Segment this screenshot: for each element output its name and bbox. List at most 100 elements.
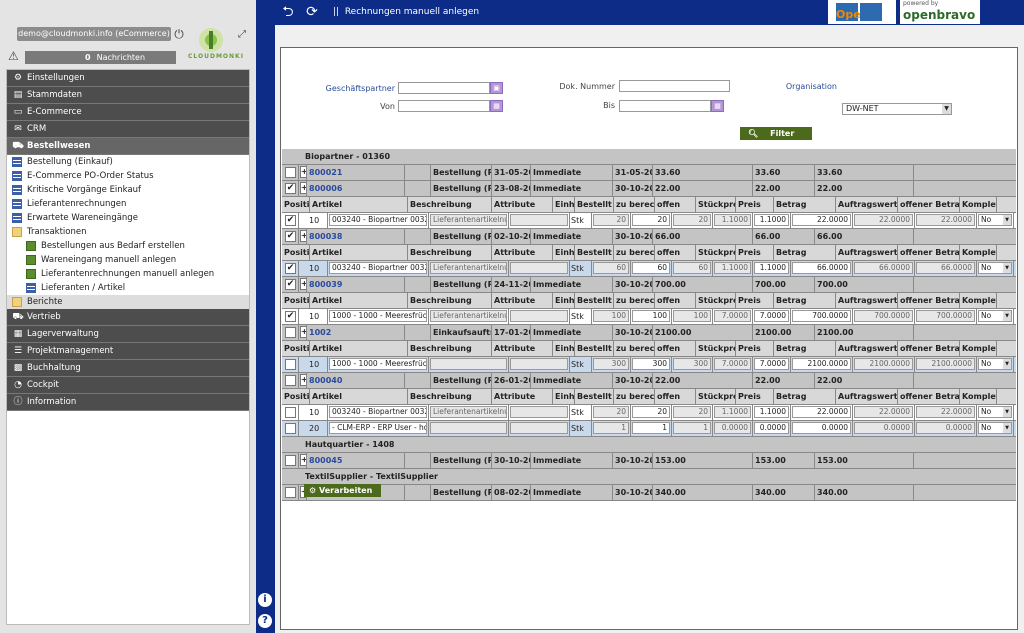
line-betrag[interactable]: 22.0000 (791, 213, 853, 228)
line-artikel[interactable]: 1000 - 1000 - Meeresfrüchte (328, 357, 429, 372)
line-preis-value[interactable]: 1.1000 (754, 214, 789, 226)
line-preis-value[interactable]: 1.1000 (754, 262, 789, 274)
verarbeiten-button[interactable]: ⚙ Verarbeiten (304, 484, 381, 497)
line-betrag[interactable]: 700.0000 (791, 309, 853, 324)
menu-section[interactable]: ⓘ Information (7, 394, 249, 411)
order-doc-value[interactable]: 800038 (309, 229, 404, 244)
expand-plus-icon[interactable]: + (300, 230, 306, 242)
checkbox[interactable]: ✔ (285, 215, 296, 226)
checkbox[interactable]: ✔ (285, 263, 296, 274)
line-preis-value[interactable]: 1.1000 (754, 406, 789, 418)
line-preis[interactable]: 0.0000 (753, 421, 791, 436)
komplett-select[interactable]: No (978, 262, 1012, 274)
order-checkbox-cell[interactable]: ✔ (282, 181, 299, 196)
order-row[interactable]: ✔ +800038 Bestellung (PO)02-10-2017Immedia… (282, 229, 1016, 245)
line-attribute[interactable] (509, 357, 570, 372)
geschaeftspartner-input[interactable] (398, 82, 490, 94)
line-zu-berechnen[interactable]: 20 (631, 405, 672, 420)
power-icon[interactable]: ⏻ (172, 27, 186, 41)
expand-cell[interactable]: + (299, 277, 307, 292)
komplett-select[interactable]: No (978, 214, 1012, 226)
komplett-select[interactable]: No (978, 310, 1012, 322)
line-checkbox-cell[interactable] (282, 421, 299, 436)
checkbox[interactable] (285, 167, 296, 178)
line-beschreibung-value[interactable] (430, 358, 507, 370)
order-line-row[interactable]: 10 003240 - Biopartner 003240 -Lieferante… (282, 405, 1016, 421)
order-doc-value[interactable]: 800039 (309, 277, 404, 292)
line-checkbox-cell[interactable]: ✔ (282, 213, 299, 228)
order-checkbox-cell[interactable]: ✔ (282, 229, 299, 244)
menu-section[interactable]: ⛟ Vertrieb (7, 309, 249, 326)
line-artikel[interactable]: 003240 - Biopartner 003240 - (328, 261, 429, 276)
order-checkbox-cell[interactable] (282, 453, 299, 468)
refresh-icon[interactable]: ⟳ (303, 3, 321, 21)
order-row[interactable]: +800040 Bestellung (PO)26-01-2018Immediat… (282, 373, 1016, 389)
line-betrag[interactable]: 22.0000 (791, 405, 853, 420)
checkbox[interactable] (285, 455, 296, 466)
line-betrag[interactable]: 2100.0000 (791, 357, 853, 372)
line-betrag-value[interactable]: 2100.0000 (792, 358, 851, 370)
menu-section[interactable]: ▭ E-Commerce (7, 104, 249, 121)
line-betrag[interactable]: 66.0000 (791, 261, 853, 276)
order-doc-value[interactable]: 800021 (309, 165, 404, 180)
order-checkbox-cell[interactable] (282, 485, 299, 500)
line-artikel[interactable]: - CLM-ERP - ERP User - hos (328, 421, 429, 436)
checkbox[interactable] (285, 359, 296, 370)
line-beschreibung[interactable]: Lieferantenartikelnumr (429, 405, 509, 420)
order-doc-value[interactable]: 800045 (309, 453, 404, 468)
bis-date-input[interactable] (619, 100, 711, 112)
line-zu-berechnen[interactable]: 60 (631, 261, 672, 276)
komplett-select[interactable]: No (978, 358, 1012, 370)
line-komplett[interactable]: No (977, 213, 1014, 228)
checkbox[interactable] (285, 407, 296, 418)
line-beschreibung-value[interactable]: Lieferantenartikelnumr (430, 406, 507, 418)
expand-cell[interactable]: + (299, 165, 307, 180)
notifications-bar[interactable]: ⚠ 0 Nachrichten (8, 50, 176, 64)
order-row[interactable]: ✔ +800039 Bestellung (PO)24-11-2017Immedia… (282, 277, 1016, 293)
order-doc-value[interactable]: 800040 (309, 373, 404, 388)
organisation-select[interactable]: DW-NET ▼ (842, 103, 952, 115)
line-artikel[interactable]: 003240 - Biopartner 003240 - (328, 405, 429, 420)
line-zu-berechnen[interactable]: 1 (631, 421, 672, 436)
order-line-row[interactable]: 101000 - 1000 - MeeresfrüchteStk30030030… (282, 357, 1016, 373)
menu-item-berichte[interactable]: Berichte (7, 295, 249, 309)
menu-section[interactable]: ▦ Lagerverwaltung (7, 326, 249, 343)
line-komplett[interactable]: No (977, 261, 1014, 276)
checkbox[interactable] (285, 375, 296, 386)
line-beschreibung[interactable]: Lieferantenartikelnumr (429, 213, 509, 228)
line-beschreibung-value[interactable]: Lieferantenartikelnumr (430, 310, 507, 322)
expand-plus-icon[interactable]: + (300, 374, 306, 386)
komplett-select[interactable]: No (978, 406, 1012, 418)
line-beschreibung-value[interactable]: Lieferantenartikelnumr (430, 262, 507, 274)
line-preis[interactable]: 7.0000 (753, 309, 791, 324)
line-artikel-value[interactable]: - CLM-ERP - ERP User - hos (329, 422, 427, 434)
line-beschreibung[interactable] (429, 357, 509, 372)
line-zu-berechnen[interactable]: 20 (631, 213, 672, 228)
line-zu-berechnen-value[interactable]: 20 (632, 406, 670, 418)
line-attribute[interactable] (509, 405, 570, 420)
order-checkbox-cell[interactable] (282, 373, 299, 388)
filter-button[interactable]: 🔍︎ Filter (740, 127, 812, 140)
order-doc[interactable]: 800039 (307, 277, 405, 292)
line-betrag[interactable]: 0.0000 (791, 421, 853, 436)
line-zu-berechnen-value[interactable]: 20 (632, 214, 670, 226)
line-artikel-value[interactable]: 1000 - 1000 - Meeresfrüchte (329, 310, 427, 322)
menu-section[interactable]: ▩ Buchhaltung (7, 360, 249, 377)
line-attribute-value[interactable] (510, 358, 568, 370)
line-preis-value[interactable]: 7.0000 (754, 310, 789, 322)
line-betrag-value[interactable]: 22.0000 (792, 406, 851, 418)
expand-cell[interactable]: + (299, 181, 307, 196)
line-attribute-value[interactable] (510, 262, 568, 274)
line-checkbox-cell[interactable] (282, 357, 299, 372)
line-betrag-value[interactable]: 22.0000 (792, 214, 851, 226)
line-zu-berechnen-value[interactable]: 300 (632, 358, 670, 370)
line-zu-berechnen-value[interactable]: 60 (632, 262, 670, 274)
expand-plus-icon[interactable]: + (300, 278, 306, 290)
expand-plus-icon[interactable]: + (300, 182, 306, 194)
line-artikel-value[interactable]: 003240 - Biopartner 003240 - (329, 214, 427, 226)
menu-item[interactable]: Lieferantenrechnungen (7, 197, 249, 211)
order-doc[interactable]: 800038 (307, 229, 405, 244)
expand-cell[interactable]: + (299, 453, 307, 468)
line-preis[interactable]: 1.1000 (753, 261, 791, 276)
komplett-select[interactable]: No (978, 422, 1012, 434)
